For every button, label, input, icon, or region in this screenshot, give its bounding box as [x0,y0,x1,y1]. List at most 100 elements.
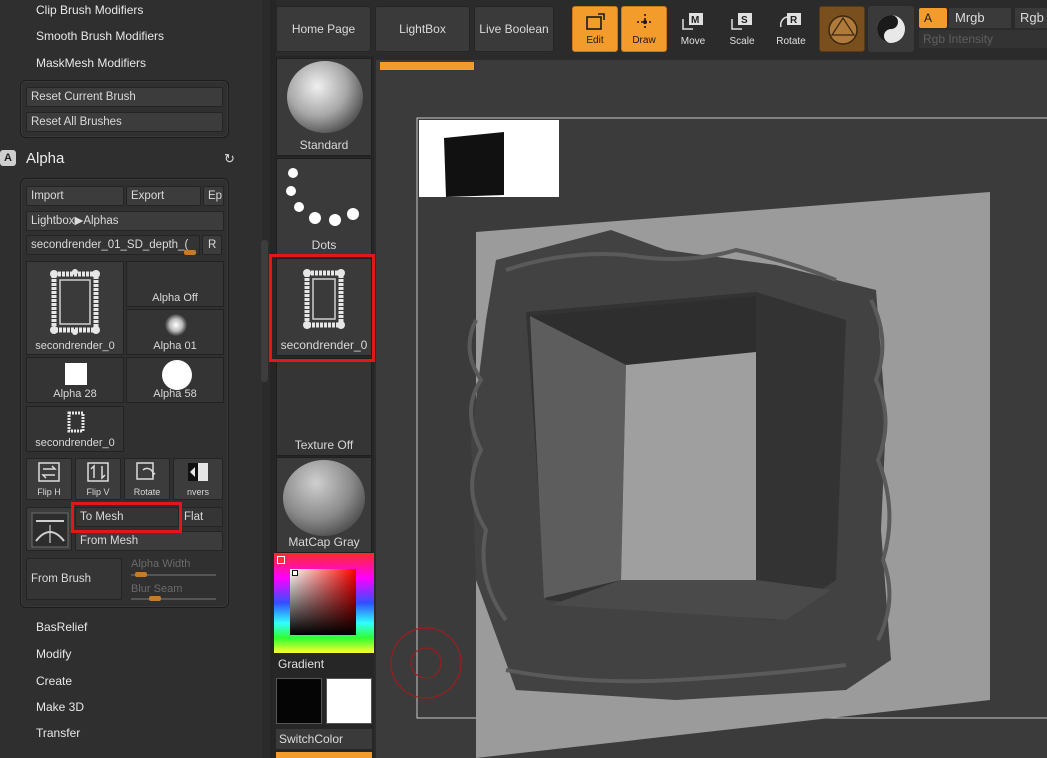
brush-cursor-inner [410,647,442,679]
alpha-width-slider-knob[interactable] [135,572,147,577]
menu-basrelief[interactable]: BasRelief [36,620,87,634]
standard-brush-label: Standard [299,138,349,152]
brush-cursor [390,627,462,699]
lightbox-button[interactable]: LightBox [375,6,470,52]
from-mesh-button[interactable]: From Mesh [75,531,223,551]
alpha28-label: Alpha 28 [53,388,97,400]
invert-button[interactable]: nvers [173,458,223,500]
flip-v-label: Flip V [86,487,110,497]
flip-horizontal-icon [38,462,60,482]
alpha58-thumb[interactable]: Alpha 58 [126,357,224,403]
draw-mode-button[interactable]: Draw [621,6,667,52]
flip-vertical-icon [87,462,109,482]
color-picker-cursor[interactable] [292,570,298,576]
flip-h-label: Flip H [37,487,61,497]
rotate-alpha-button[interactable]: Rotate [124,458,170,500]
standard-brush-tile[interactable]: Standard [276,58,372,156]
rgb-button[interactable]: Rgb [1015,8,1047,28]
recent-alpha-thumb[interactable]: secondrender_0 [26,406,124,452]
gradient-label[interactable]: Gradient [278,657,324,671]
menu-clip-brush-modifiers[interactable]: Clip Brush Modifiers [36,3,143,17]
sphere-wire-icon [828,15,858,45]
refresh-icon[interactable]: ↻ [224,151,235,167]
edit-mode-button[interactable]: Edit [572,6,618,52]
left-panel-scrollbar[interactable] [261,240,268,382]
menu-make-3d[interactable]: Make 3D [36,700,84,714]
live-boolean-button[interactable]: Live Boolean [474,6,554,52]
rotate-label: Rotate [776,36,806,47]
menu-maskmesh-modifiers[interactable]: MaskMesh Modifiers [36,56,146,70]
r-button[interactable]: R [202,235,222,255]
left-shelf: Standard Dots secondrender_0 Texture Off… [270,0,374,758]
texture-off-tile[interactable]: Texture Off [276,358,372,456]
move-mode-button[interactable]: M Move [670,6,716,52]
matcap-tile[interactable]: MatCap Gray [276,457,372,553]
rotate-mode-button[interactable]: R Rotate [768,6,814,52]
scale-icon: S [731,13,752,30]
rotate-icon: R [779,13,801,28]
alpha58-label: Alpha 58 [153,388,197,400]
lightbox-alphas-button[interactable]: Lightbox▶Alphas [26,211,224,231]
export-popup-button[interactable]: Ep [203,186,224,206]
make-3d-preview-button[interactable] [26,507,72,551]
import-button[interactable]: Import [26,186,124,206]
current-alpha-name-slider[interactable]: secondrender_01_SD_depth_( [26,235,200,255]
material-button[interactable] [868,6,914,52]
color-picker-field[interactable] [290,569,356,635]
alpha-palette-header[interactable]: A Alpha ↻ [0,148,245,170]
alpha-tile-highlight-annotation [269,254,375,362]
export-button[interactable]: Export [126,186,201,206]
switch-color-button[interactable]: SwitchColor [276,729,372,749]
rotate-icon [136,462,156,480]
matcap-label: MatCap Gray [288,535,360,549]
alpha-palette-body: Import Export Ep Lightbox▶Alphas secondr… [20,178,229,608]
blur-seam-label: Blur Seam [131,583,183,595]
flip-v-button[interactable]: Flip V [75,458,121,500]
reset-group: Reset Current Brush Reset All Brushes [20,80,229,138]
blur-seam-slider-knob[interactable] [149,596,161,601]
from-brush-button[interactable]: From Brush [26,558,122,600]
current-alpha-slider-knob[interactable] [184,250,196,255]
main-color-swatch[interactable] [326,678,372,724]
to-mesh-highlight-annotation [71,502,182,533]
color-picker[interactable] [274,553,374,653]
menu-modify[interactable]: Modify [36,647,71,661]
document-canvas[interactable] [376,60,1047,758]
draw-label: Draw [632,35,656,46]
dots-stroke-icon [286,168,359,226]
alpha01-thumb[interactable]: Alpha 01 [126,309,224,355]
move-label: Move [680,36,706,47]
current-alpha-thumbnail[interactable]: secondrender_0 [26,261,124,355]
blur-seam-slider[interactable] [131,598,216,600]
left-palette: Clip Brush Modifiers Smooth Brush Modifi… [0,0,262,758]
menu-transfer[interactable]: Transfer [36,726,80,740]
flip-h-button[interactable]: Flip H [26,458,72,500]
svg-text:R: R [790,15,798,26]
svg-text:S: S [741,15,748,26]
frame-mesh [467,230,892,700]
home-page-button[interactable]: Home Page [276,6,371,52]
alpha-palette-title: Alpha [26,150,65,167]
menu-smooth-brush-modifiers[interactable]: Smooth Brush Modifiers [36,29,164,43]
scale-label: Scale [729,36,755,47]
flat-button[interactable]: Flat [179,507,223,527]
scale-mode-button[interactable]: S Scale [719,6,765,52]
reset-all-brushes-button[interactable]: Reset All Brushes [26,112,223,132]
shelf-bottom-accent [276,752,372,758]
frame-icon [67,411,85,433]
sphere-material-button[interactable] [819,6,865,52]
secondary-color-swatch[interactable] [276,678,322,724]
alpha-off-thumb[interactable]: Alpha Off [126,261,224,307]
standard-brush-icon [287,61,363,133]
reset-current-brush-button[interactable]: Reset Current Brush [26,87,223,107]
alpha28-thumb[interactable]: Alpha 28 [26,357,124,403]
a-toggle-button[interactable]: A [919,8,947,28]
alpha-width-label: Alpha Width [131,558,191,570]
mrgb-button[interactable]: Mrgb [949,8,1011,28]
svg-text:M: M [691,15,699,26]
dots-stroke-tile[interactable]: Dots [276,158,372,256]
rgb-intensity-slider[interactable]: Rgb Intensity [919,30,1047,48]
draw-icon [637,14,653,30]
menu-create[interactable]: Create [36,674,72,688]
invert-label: nvers [186,487,209,497]
